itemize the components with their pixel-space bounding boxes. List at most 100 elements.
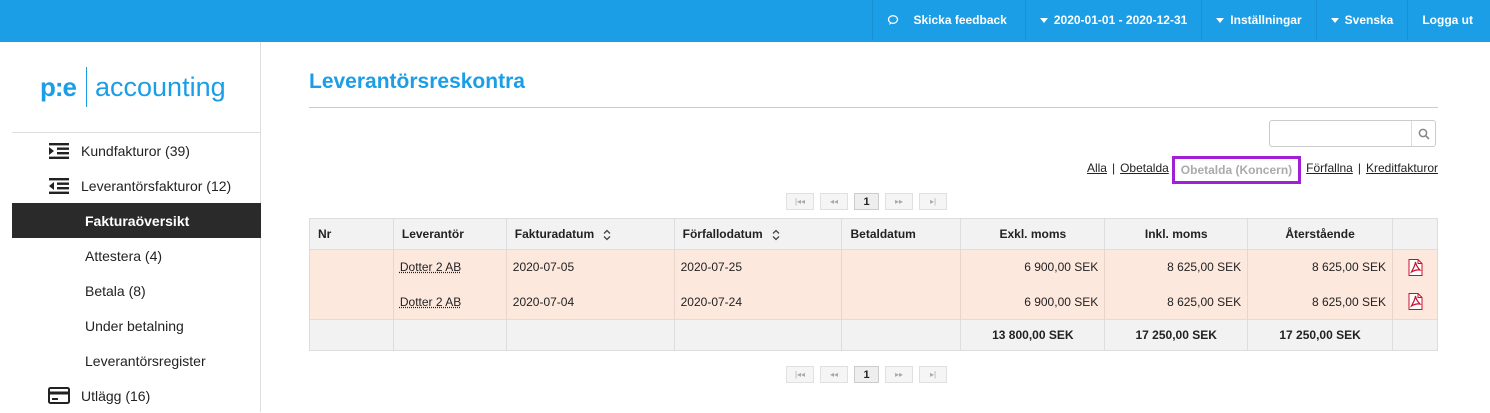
column-header-label: Förfallodatum xyxy=(682,227,763,241)
table-totals-row: 13 800,00 SEK 17 250,00 SEK 17 250,00 SE… xyxy=(309,319,1438,351)
next-page-button[interactable]: ▸▸ xyxy=(885,366,913,383)
table-row[interactable]: Dotter 2 AB 2020-07-05 2020-07-25 6 900,… xyxy=(309,249,1438,285)
totals-cell-empty xyxy=(673,319,843,351)
sidebar-item-label: Fakturaöversikt xyxy=(85,212,190,229)
column-header-nr[interactable]: Nr xyxy=(309,218,394,250)
caret-down-icon xyxy=(1216,17,1225,23)
indent-list-icon xyxy=(48,142,70,160)
search-button[interactable] xyxy=(1411,121,1435,146)
sidebar-item-fakturaoversikt[interactable]: Fakturaöversikt xyxy=(12,203,261,238)
sidebar-item-label: Attestera (4) xyxy=(85,247,163,264)
total-remaining: 17 250,00 SEK xyxy=(1247,319,1393,351)
cell-nr xyxy=(309,284,394,320)
cell-nr xyxy=(309,249,394,285)
feedback-button[interactable]: Skicka feedback xyxy=(872,0,1024,40)
logo-mark: p:e xyxy=(40,71,77,102)
cell-remaining: 8 625,00 SEK xyxy=(1247,249,1393,285)
totals-cell-empty xyxy=(309,319,394,351)
cell-actions xyxy=(1392,249,1438,285)
settings-label: Inställningar xyxy=(1230,13,1302,27)
credit-card-icon xyxy=(48,387,70,405)
logout-button[interactable]: Logga ut xyxy=(1407,0,1490,40)
totals-cell-empty xyxy=(505,319,675,351)
totals-cell-empty xyxy=(1392,319,1438,351)
sidebar-item-label: Utlägg (16) xyxy=(81,387,151,404)
top-bar: Skicka feedback 2020-01-01 - 2020-12-31 … xyxy=(0,0,1490,42)
sidebar-menu: Kundfakturor (39) Leverantörsfakturor (1… xyxy=(12,133,261,413)
invoice-table: Nr Leverantör Fakturadatum Förfallodatum… xyxy=(309,218,1438,351)
totals-cell-empty xyxy=(392,319,507,351)
caret-down-icon xyxy=(1330,17,1339,23)
column-header-label: Fakturadatum xyxy=(514,227,595,241)
cell-actions xyxy=(1392,284,1438,320)
top-nav: Skicka feedback 2020-01-01 - 2020-12-31 … xyxy=(872,0,1490,40)
sidebar-item-betala[interactable]: Betala (8) xyxy=(12,273,261,308)
language-dropdown[interactable]: Svenska xyxy=(1315,0,1408,40)
column-header-supplier[interactable]: Leverantör xyxy=(392,218,507,250)
sidebar-item-leverantorsregister[interactable]: Leverantörsregister xyxy=(12,343,261,378)
sidebar-item-attestera[interactable]: Attestera (4) xyxy=(12,238,261,273)
filter-overdue[interactable]: Förfallna xyxy=(1306,161,1353,175)
supplier-link[interactable]: Dotter 2 AB xyxy=(400,260,461,274)
period-dropdown[interactable]: 2020-01-01 - 2020-12-31 xyxy=(1024,0,1201,40)
cell-supplier: Dotter 2 AB xyxy=(392,284,507,320)
feedback-label: Skicka feedback xyxy=(913,13,1007,27)
column-header-remaining[interactable]: Återstående xyxy=(1247,218,1393,250)
total-excl-vat: 13 800,00 SEK xyxy=(960,319,1106,351)
logo-text: accounting xyxy=(95,71,226,102)
prev-page-button[interactable]: ◂◂ xyxy=(820,366,848,383)
sidebar-item-label: Leverantörsfakturor (12) xyxy=(81,177,232,194)
search-icon xyxy=(1418,128,1430,140)
supplier-link[interactable]: Dotter 2 AB xyxy=(400,295,461,309)
column-header-invoice-date[interactable]: Fakturadatum xyxy=(505,218,675,250)
pdf-icon[interactable] xyxy=(1407,258,1423,276)
cell-due-date: 2020-07-24 xyxy=(673,284,843,320)
caret-down-icon xyxy=(1039,17,1048,23)
cell-paid-date xyxy=(841,284,962,320)
cell-invoice-date: 2020-07-04 xyxy=(505,284,675,320)
column-header-incl-vat[interactable]: Inkl. moms xyxy=(1104,218,1249,250)
period-label: 2020-01-01 - 2020-12-31 xyxy=(1053,13,1188,27)
filter-separator: | xyxy=(1357,161,1361,175)
cell-incl-vat: 8 625,00 SEK xyxy=(1104,284,1249,320)
page-number-button[interactable]: 1 xyxy=(854,193,879,210)
pagination-top: |◂◂ ◂◂ 1 ▸▸ ▸| xyxy=(786,193,953,210)
table-header-row: Nr Leverantör Fakturadatum Förfallodatum… xyxy=(309,218,1438,250)
logo[interactable]: p:e accounting xyxy=(40,66,226,108)
column-header-paid-date[interactable]: Betaldatum xyxy=(841,218,962,250)
first-page-button[interactable]: |◂◂ xyxy=(786,193,814,210)
filter-credit[interactable]: Kreditfakturor xyxy=(1366,161,1438,175)
column-header-actions xyxy=(1392,218,1438,250)
sidebar-item-label: Kundfakturor (39) xyxy=(81,142,190,159)
first-page-button[interactable]: |◂◂ xyxy=(786,366,814,383)
cell-due-date: 2020-07-25 xyxy=(673,249,843,285)
filter-unpaid[interactable]: Obetalda xyxy=(1120,161,1169,175)
cell-incl-vat: 8 625,00 SEK xyxy=(1104,249,1249,285)
next-page-button[interactable]: ▸▸ xyxy=(885,193,913,210)
page-number-button[interactable]: 1 xyxy=(854,366,879,383)
last-page-button[interactable]: ▸| xyxy=(919,193,947,210)
sidebar-item-utlagg[interactable]: Utlägg (16) xyxy=(12,378,261,413)
settings-dropdown[interactable]: Inställningar xyxy=(1201,0,1315,40)
sidebar-item-under-betalning[interactable]: Under betalning xyxy=(12,308,261,343)
invoice-filters: Alla | Obetalda Obetalda (Koncern) Förfa… xyxy=(1087,154,1438,184)
last-page-button[interactable]: ▸| xyxy=(919,366,947,383)
main-content: Leverantörsreskontra Alla | Obetalda Obe… xyxy=(262,42,1490,412)
sidebar-item-leverantorsfakturor[interactable]: Leverantörsfakturor (12) xyxy=(12,168,261,203)
column-header-due-date[interactable]: Förfallodatum xyxy=(673,218,843,250)
search-input[interactable] xyxy=(1270,121,1410,146)
table-row[interactable]: Dotter 2 AB 2020-07-04 2020-07-24 6 900,… xyxy=(309,284,1438,320)
sidebar-item-kundfakturor[interactable]: Kundfakturor (39) xyxy=(12,133,261,168)
cell-invoice-date: 2020-07-05 xyxy=(505,249,675,285)
totals-cell-empty xyxy=(841,319,962,351)
search-box xyxy=(1269,120,1436,147)
filter-unpaid-group[interactable]: Obetalda (Koncern) xyxy=(1171,156,1302,184)
prev-page-button[interactable]: ◂◂ xyxy=(820,193,848,210)
language-label: Svenska xyxy=(1344,13,1394,27)
cell-paid-date xyxy=(841,249,962,285)
filter-all[interactable]: Alla xyxy=(1087,161,1107,175)
column-header-excl-vat[interactable]: Exkl. moms xyxy=(960,218,1106,250)
sidebar-item-label: Leverantörsregister xyxy=(85,352,206,369)
pdf-icon[interactable] xyxy=(1407,293,1423,311)
outdent-list-icon xyxy=(48,177,70,195)
